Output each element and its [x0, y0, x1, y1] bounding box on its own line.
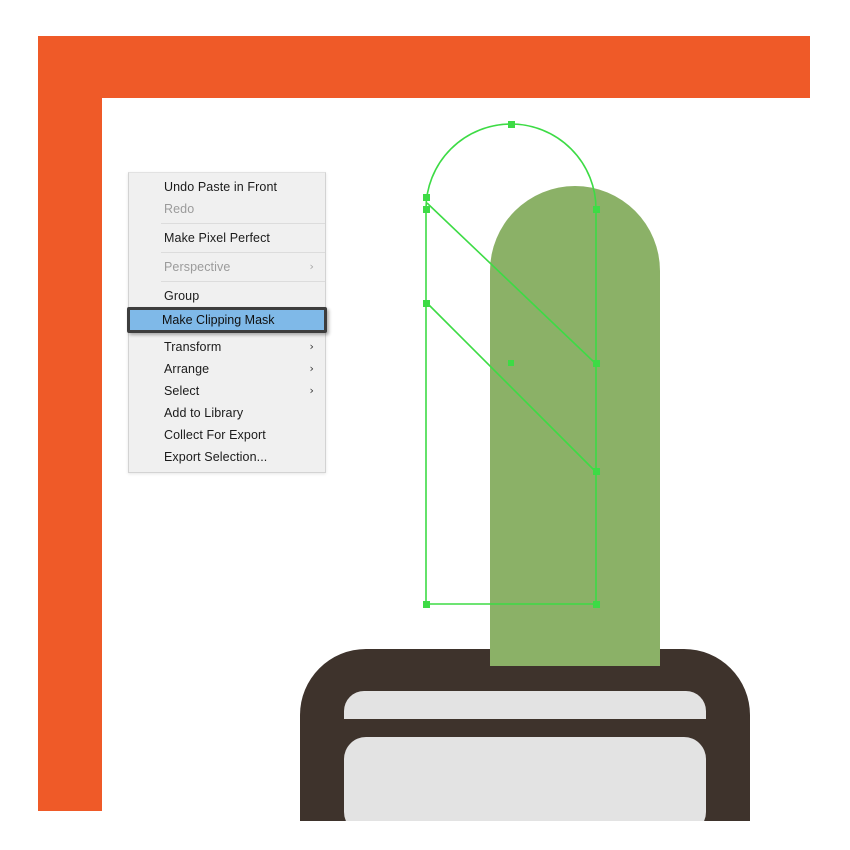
- cactus-body-shape[interactable]: [490, 186, 660, 666]
- menu-item-collect-for-export[interactable]: Collect For Export: [129, 424, 325, 446]
- pot-front-panel-shape[interactable]: [344, 737, 706, 821]
- menu-item-label: Arrange: [164, 362, 210, 376]
- anchor-point-right-lower[interactable]: [592, 467, 600, 475]
- menu-item-select[interactable]: Select ›: [129, 380, 325, 402]
- menu-item-add-to-library[interactable]: Add to Library: [129, 402, 325, 424]
- menu-item-export-selection[interactable]: Export Selection...: [129, 446, 325, 468]
- menu-item-label: Undo Paste in Front: [164, 180, 278, 194]
- chevron-right-icon: ›: [309, 384, 314, 397]
- anchor-point-bottom-right[interactable]: [592, 600, 600, 608]
- chevron-right-icon: ›: [309, 340, 314, 353]
- menu-item-label: Collect For Export: [164, 428, 266, 442]
- anchor-point-left-arc-end[interactable]: [422, 205, 430, 213]
- context-menu[interactable]: Undo Paste in Front Redo Make Pixel Perf…: [127, 172, 327, 473]
- menu-item-label: Select: [164, 384, 200, 398]
- menu-item-label: Export Selection...: [164, 450, 268, 464]
- menu-item-undo-paste-in-front[interactable]: Undo Paste in Front: [129, 176, 325, 198]
- menu-item-label: Add to Library: [164, 406, 244, 420]
- anchor-point-top[interactable]: [507, 120, 515, 128]
- menu-item-redo: Redo: [129, 198, 325, 220]
- menu-item-label: Make Clipping Mask: [162, 313, 275, 327]
- menu-item-label: Transform: [164, 340, 222, 354]
- menu-item-make-clipping-mask[interactable]: Make Clipping Mask: [127, 307, 327, 333]
- anchor-point-right-mid[interactable]: [592, 359, 600, 367]
- menu-separator-3: [161, 281, 325, 282]
- anchor-point-left-upper[interactable]: [422, 193, 430, 201]
- pot-rim-shape[interactable]: [344, 691, 706, 719]
- menu-separator-1: [161, 223, 325, 224]
- anchor-point-bottom-left[interactable]: [422, 600, 430, 608]
- menu-item-perspective: Perspective ›: [129, 256, 325, 278]
- menu-item-group[interactable]: Group: [129, 285, 325, 307]
- menu-item-label: Redo: [164, 202, 195, 216]
- menu-item-label: Make Pixel Perfect: [164, 231, 271, 245]
- screenshot-stage: Undo Paste in Front Redo Make Pixel Perf…: [0, 0, 850, 850]
- menu-item-label: Group: [164, 289, 200, 303]
- anchor-point-right-arc-end[interactable]: [592, 205, 600, 213]
- menu-separator-2: [161, 252, 325, 253]
- anchor-point-left-mid[interactable]: [422, 299, 430, 307]
- menu-item-label: Perspective: [164, 260, 231, 274]
- chevron-right-icon: ›: [309, 362, 314, 375]
- menu-item-make-pixel-perfect[interactable]: Make Pixel Perfect: [129, 227, 325, 249]
- shape-center-point: [508, 360, 514, 366]
- chevron-right-icon: ›: [309, 260, 314, 273]
- menu-item-transform[interactable]: Transform ›: [129, 336, 325, 358]
- menu-item-arrange[interactable]: Arrange ›: [129, 358, 325, 380]
